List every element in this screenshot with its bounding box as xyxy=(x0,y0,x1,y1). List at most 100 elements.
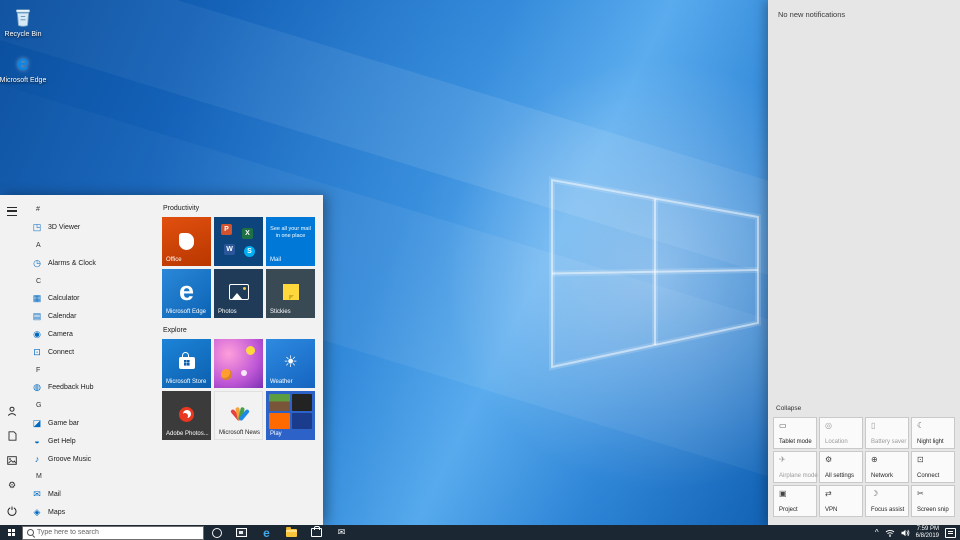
microsoft-store-button[interactable] xyxy=(304,525,329,540)
cortana-button[interactable] xyxy=(204,525,229,540)
app-list-header[interactable]: A xyxy=(24,237,162,255)
quick-action-connect[interactable]: ⊡ Connect xyxy=(911,451,955,483)
settings-gear-icon[interactable]: ⚙ xyxy=(0,477,24,494)
music-note-icon: ♪ xyxy=(32,454,42,464)
app-list-header[interactable]: M xyxy=(24,468,162,486)
taskbar-clock[interactable]: 7:59 PM 6/8/2019 xyxy=(916,526,939,539)
collapse-button[interactable]: Collapse xyxy=(776,405,955,412)
news-fan-icon xyxy=(229,406,249,420)
app-list-header[interactable]: F xyxy=(24,361,162,379)
tile-play[interactable]: Play xyxy=(266,391,315,440)
clock-icon: ◷ xyxy=(32,258,42,269)
photos-icon xyxy=(229,284,249,300)
tile-photos[interactable]: Photos xyxy=(214,269,263,318)
volume-icon[interactable] xyxy=(901,524,910,540)
action-center-tray-icon[interactable] xyxy=(945,528,956,538)
tile-microsoft-news[interactable]: Microsoft News xyxy=(214,391,263,440)
start-button[interactable] xyxy=(0,525,22,540)
candy-icon xyxy=(221,369,232,380)
quick-action-all-settings[interactable]: ⚙ All settings xyxy=(819,451,863,483)
clock-time: 7:59 PM xyxy=(916,526,939,533)
app-item-game-bar[interactable]: ◪Game bar xyxy=(24,415,162,433)
app-item-mail[interactable]: ✉Mail xyxy=(24,486,162,504)
desktop-icon-microsoft-edge[interactable]: e Microsoft Edge xyxy=(0,52,49,85)
project-icon: ▣ xyxy=(779,489,787,498)
adobe-logo-icon xyxy=(179,407,194,422)
quick-action-tablet-mode[interactable]: ▭ Tablet mode xyxy=(773,417,817,449)
system-tray: ^ 7:59 PM 6/8/2019 xyxy=(875,525,960,540)
task-view-button[interactable] xyxy=(229,525,254,540)
tile-game-live[interactable] xyxy=(214,339,263,388)
recycle-bin-icon xyxy=(0,6,49,30)
taskbar-search-box[interactable] xyxy=(22,526,204,540)
app-item-get-help[interactable]: ◒Get Help xyxy=(24,432,162,450)
tile-stickies[interactable]: Stickies xyxy=(266,269,315,318)
powerpoint-icon: P xyxy=(221,224,232,235)
app-item-camera[interactable]: ◉Camera xyxy=(24,326,162,344)
desktop-icon-recycle-bin[interactable]: Recycle Bin xyxy=(0,6,49,39)
desktop-icon-label: Microsoft Edge xyxy=(0,77,49,85)
search-input[interactable] xyxy=(37,529,199,536)
app-item-feedback-hub[interactable]: ◍Feedback Hub xyxy=(24,379,162,397)
tile-adobe-photos[interactable]: Adobe Photos... xyxy=(162,391,211,440)
sun-icon: ☀ xyxy=(283,352,297,372)
quick-action-location[interactable]: ◎ Location xyxy=(819,417,863,449)
store-bag-icon xyxy=(179,357,195,369)
app-item-calculator[interactable]: ▦Calculator xyxy=(24,290,162,308)
location-icon: ◎ xyxy=(825,421,832,430)
tray-expand-icon[interactable]: ^ xyxy=(875,529,879,537)
search-icon xyxy=(27,529,34,536)
quick-action-focus-assist[interactable]: ☽ Focus assist xyxy=(865,485,909,517)
edge-icon: e xyxy=(179,276,194,307)
tile-office-apps-live[interactable]: P X W S xyxy=(214,217,263,266)
power-icon[interactable] xyxy=(0,502,24,519)
maps-icon: ◈ xyxy=(32,507,42,518)
game-bar-icon: ◪ xyxy=(32,418,42,429)
mail-button[interactable]: ✉ xyxy=(329,525,354,540)
tile-office[interactable]: Office xyxy=(162,217,211,266)
airplane-icon: ✈ xyxy=(779,455,786,464)
notifications-status: No new notifications xyxy=(778,10,845,19)
desktop-icon-label: Recycle Bin xyxy=(0,31,49,39)
tile-group-title: Explore xyxy=(163,327,318,335)
app-item-connect[interactable]: ⊡Connect xyxy=(24,343,162,361)
file-explorer-button[interactable] xyxy=(279,525,304,540)
app-item-alarms-clock[interactable]: ◷Alarms & Clock xyxy=(24,254,162,272)
quick-actions-grid: ▭ Tablet mode ◎ Location ▯ Battery saver… xyxy=(773,417,955,517)
app-list-header[interactable]: C xyxy=(24,272,162,290)
app-item-3d-viewer[interactable]: ◳3D Viewer xyxy=(24,219,162,237)
network-wifi-icon[interactable] xyxy=(885,524,895,540)
taskbar-edge-button[interactable]: e xyxy=(254,525,279,540)
minecraft-icon xyxy=(269,394,290,411)
tile-weather[interactable]: ☀ Weather xyxy=(266,339,315,388)
night-light-icon: ☾ xyxy=(917,421,924,430)
quick-action-project[interactable]: ▣ Project xyxy=(773,485,817,517)
tile-microsoft-edge[interactable]: e Microsoft Edge xyxy=(162,269,211,318)
candy-icon xyxy=(241,370,247,376)
start-app-list: # ◳3D Viewer A ◷Alarms & Clock C ▦Calcul… xyxy=(24,201,162,521)
quick-action-screen-snip[interactable]: ✂ Screen snip xyxy=(911,485,955,517)
app-list-header[interactable]: G xyxy=(24,397,162,415)
office-logo-icon xyxy=(179,233,194,250)
user-account-icon[interactable] xyxy=(0,402,24,419)
start-tiles: Productivity Office P X W S See all your… xyxy=(162,205,318,449)
quick-action-vpn[interactable]: ⇄ VPN xyxy=(819,485,863,517)
game-icon xyxy=(292,413,313,430)
quick-action-airplane-mode[interactable]: ✈ Airplane mode xyxy=(773,451,817,483)
app-item-calendar[interactable]: ▤Calendar xyxy=(24,308,162,326)
edge-icon: e xyxy=(0,52,49,76)
quick-action-night-light[interactable]: ☾ Night light xyxy=(911,417,955,449)
quick-action-battery-saver[interactable]: ▯ Battery saver xyxy=(865,417,909,449)
hamburger-menu-icon[interactable] xyxy=(0,203,24,220)
app-list-header[interactable]: # xyxy=(24,201,162,219)
app-item-groove-music[interactable]: ♪Groove Music xyxy=(24,450,162,468)
pictures-icon[interactable] xyxy=(0,452,24,469)
tile-mail[interactable]: See all your mail in one place Mail xyxy=(266,217,315,266)
quick-action-network[interactable]: ⊕ Network xyxy=(865,451,909,483)
tile-microsoft-store[interactable]: Microsoft Store xyxy=(162,339,211,388)
documents-icon[interactable] xyxy=(0,427,24,444)
edge-icon: e xyxy=(263,527,270,539)
calculator-icon: ▦ xyxy=(32,293,42,304)
roblox-icon xyxy=(292,394,313,411)
app-item-maps[interactable]: ◈Maps xyxy=(24,504,162,522)
